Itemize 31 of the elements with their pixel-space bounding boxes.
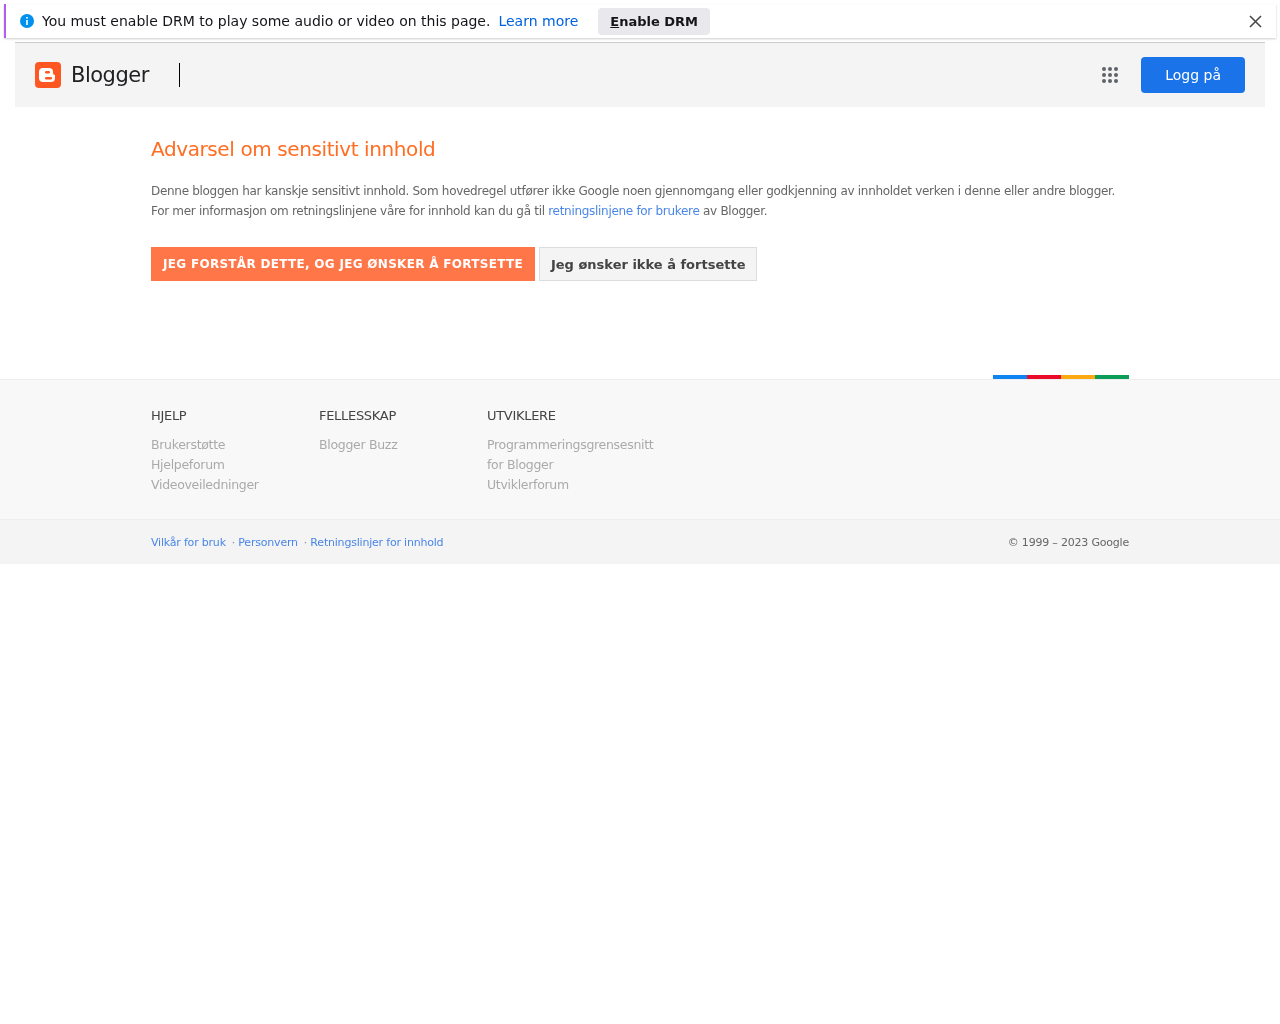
warning-text: Denne bloggen har kanskje sensitivt innhold. Som hovedregel utfører ikke Google noen gjennomgang eller godkjenning av innholdet verken i denne eller andre blogger. <box>151 183 1117 200</box>
notification-message: You must enable DRM to play some audio or video on this page. <box>42 13 491 29</box>
footer-link[interactable]: Blogger Buzz <box>319 435 398 455</box>
footer-heading: FELLESSKAP <box>319 408 397 423</box>
footer-link[interactable]: Brukerstøtte <box>151 435 226 455</box>
footer-link[interactable]: Utviklerforum <box>487 475 569 495</box>
brand-name: Blogger <box>71 63 149 87</box>
user-guidelines-link[interactable]: retningslinjene for brukere <box>548 204 700 218</box>
separator-dot: · <box>303 535 308 549</box>
text-cursor <box>178 63 180 87</box>
guidelines-text: For mer informasjon om retningslinjene våre for innhold kan du gå til retningslinjene for brukere av Blogger. <box>151 203 769 220</box>
warning-title: Advarsel om sensitivt innhold <box>151 137 437 161</box>
continue-button[interactable]: JEG FORSTÅR DETTE, OG JEG ØNSKER Å FORTSETTE <box>151 247 535 281</box>
footer-heading: HJELP <box>151 408 188 423</box>
copyright-text: © 1999 – 2023 Google <box>1007 535 1129 549</box>
learn-more-link[interactable]: Learn more <box>498 13 579 29</box>
enable-drm-button[interactable]: Enable DRM <box>598 7 711 35</box>
footer-heading: UTVIKLERE <box>487 408 557 423</box>
footer-link[interactable]: Hjelpeforum <box>151 455 225 475</box>
decline-button[interactable]: Jeg ønsker ikke å fortsette <box>538 247 758 281</box>
policy-link[interactable]: Retningslinjer for innhold <box>310 535 444 549</box>
close-icon[interactable] <box>1249 14 1262 28</box>
info-icon <box>20 14 34 28</box>
sign-in-button[interactable]: Logg på <box>1141 57 1245 93</box>
separator-dot: · <box>231 535 236 549</box>
policy-link[interactable]: Vilkår for bruk <box>151 535 226 549</box>
footer-link[interactable]: Programmeringsgrensesnitt for Blogger <box>487 435 655 475</box>
policy-link[interactable]: Personvern <box>238 535 298 549</box>
apps-grid-icon[interactable] <box>1101 66 1120 84</box>
footer-link[interactable]: Videoveiledninger <box>151 475 259 495</box>
logo-icon[interactable] <box>35 62 61 88</box>
